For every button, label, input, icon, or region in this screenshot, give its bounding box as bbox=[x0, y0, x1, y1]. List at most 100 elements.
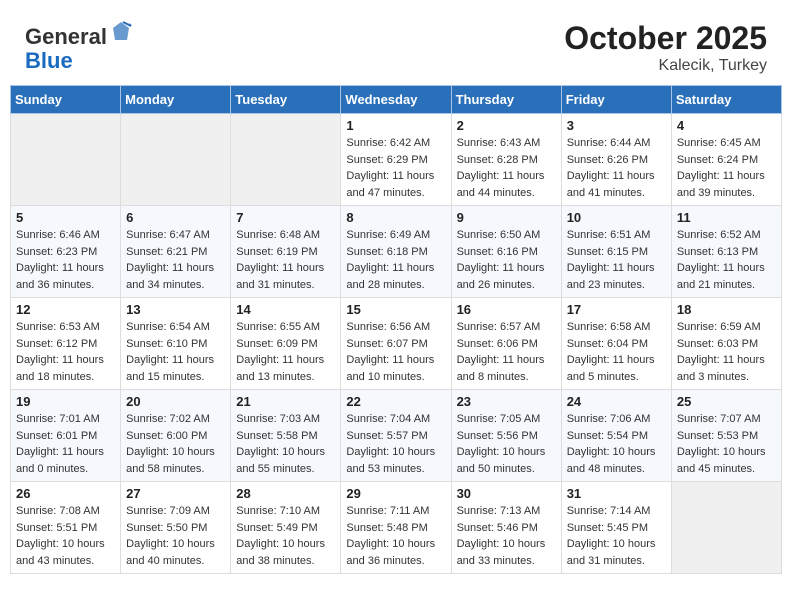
weekday-header-friday: Friday bbox=[561, 86, 671, 114]
day-info: Sunrise: 6:44 AMSunset: 6:26 PMDaylight:… bbox=[567, 135, 666, 201]
weekday-header-monday: Monday bbox=[121, 86, 231, 114]
logo: General Blue bbox=[25, 20, 133, 73]
calendar-cell: 28 Sunrise: 7:10 AMSunset: 5:49 PMDayligh… bbox=[231, 482, 341, 574]
calendar-cell: 16Sunrise: 6:57 AMSunset: 6:06 PMDayligh… bbox=[451, 298, 561, 390]
calendar-cell: 2 Sunrise: 6:43 AMSunset: 6:28 PMDaylight… bbox=[451, 114, 561, 206]
day-info: Sunrise: 7:02 AMSunset: 6:00 PMDaylight:… bbox=[126, 411, 225, 477]
day-info: Sunrise: 6:49 AMSunset: 6:18 PMDaylight:… bbox=[346, 227, 445, 293]
calendar-cell: 4Sunrise: 6:45 AMSunset: 6:24 PMDaylight… bbox=[671, 114, 781, 206]
calendar-cell: 22Sunrise: 7:04 AMSunset: 5:57 PMDayligh… bbox=[341, 390, 451, 482]
logo-blue: Blue bbox=[25, 48, 73, 73]
day-info: Sunrise: 6:58 AMSunset: 6:04 PMDaylight:… bbox=[567, 319, 666, 385]
day-number: 25 bbox=[677, 394, 776, 409]
day-info: Sunrise: 7:04 AMSunset: 5:57 PMDaylight:… bbox=[346, 411, 445, 477]
day-number: 23 bbox=[457, 394, 556, 409]
day-number: 7 bbox=[236, 210, 335, 225]
calendar-cell: 25Sunrise: 7:07 AMSunset: 5:53 PMDayligh… bbox=[671, 390, 781, 482]
day-number: 18 bbox=[677, 302, 776, 317]
calendar-week-1: 1Sunrise: 6:42 AMSunset: 6:29 PMDaylight… bbox=[11, 114, 782, 206]
day-info: Sunrise: 7:08 AMSunset: 5:51 PMDaylight:… bbox=[16, 503, 115, 569]
calendar-table: SundayMondayTuesdayWednesdayThursdayFrid… bbox=[10, 85, 782, 574]
day-info: Sunrise: 6:43 AMSunset: 6:28 PMDaylight:… bbox=[457, 135, 556, 201]
day-info: Sunrise: 6:51 AMSunset: 6:15 PMDaylight:… bbox=[567, 227, 666, 293]
calendar-cell: 14Sunrise: 6:55 AMSunset: 6:09 PMDayligh… bbox=[231, 298, 341, 390]
calendar-cell: 18 Sunrise: 6:59 AMSunset: 6:03 PMDayligh… bbox=[671, 298, 781, 390]
day-number: 21 bbox=[236, 394, 335, 409]
day-number: 29 bbox=[346, 486, 445, 501]
calendar-cell: 27Sunrise: 7:09 AMSunset: 5:50 PMDayligh… bbox=[121, 482, 231, 574]
logo-general: General bbox=[25, 24, 107, 49]
location-title: Kalecik, Turkey bbox=[564, 57, 767, 75]
day-number: 14 bbox=[236, 302, 335, 317]
calendar-cell: 30 Sunrise: 7:13 AMSunset: 5:46 PMDayligh… bbox=[451, 482, 561, 574]
day-number: 6 bbox=[126, 210, 225, 225]
logo-icon bbox=[109, 20, 133, 44]
calendar-header: SundayMondayTuesdayWednesdayThursdayFrid… bbox=[11, 86, 782, 114]
calendar-cell: 31 Sunrise: 7:14 AMSunset: 5:45 PMDayligh… bbox=[561, 482, 671, 574]
weekday-header-sunday: Sunday bbox=[11, 86, 121, 114]
day-info: Sunrise: 7:01 AMSunset: 6:01 PMDaylight:… bbox=[16, 411, 115, 477]
calendar-cell: 21 Sunrise: 7:03 AMSunset: 5:58 PMDayligh… bbox=[231, 390, 341, 482]
calendar-cell: 9Sunrise: 6:50 AMSunset: 6:16 PMDaylight… bbox=[451, 206, 561, 298]
calendar-cell: 24 Sunrise: 7:06 AMSunset: 5:54 PMDayligh… bbox=[561, 390, 671, 482]
calendar-cell bbox=[231, 114, 341, 206]
day-info: Sunrise: 7:14 AMSunset: 5:45 PMDaylight:… bbox=[567, 503, 666, 569]
calendar-week-3: 12 Sunrise: 6:53 AMSunset: 6:12 PMDayligh… bbox=[11, 298, 782, 390]
calendar-cell: 10 Sunrise: 6:51 AMSunset: 6:15 PMDayligh… bbox=[561, 206, 671, 298]
weekday-header-saturday: Saturday bbox=[671, 86, 781, 114]
title-block: October 2025 Kalecik, Turkey bbox=[564, 20, 767, 75]
day-info: Sunrise: 7:13 AMSunset: 5:46 PMDaylight:… bbox=[457, 503, 556, 569]
calendar-cell: 13Sunrise: 6:54 AMSunset: 6:10 PMDayligh… bbox=[121, 298, 231, 390]
day-info: Sunrise: 6:52 AMSunset: 6:13 PMDaylight:… bbox=[677, 227, 776, 293]
day-number: 28 bbox=[236, 486, 335, 501]
day-info: Sunrise: 6:53 AMSunset: 6:12 PMDaylight:… bbox=[16, 319, 115, 385]
day-number: 17 bbox=[567, 302, 666, 317]
day-number: 3 bbox=[567, 118, 666, 133]
day-info: Sunrise: 7:03 AMSunset: 5:58 PMDaylight:… bbox=[236, 411, 335, 477]
day-number: 24 bbox=[567, 394, 666, 409]
day-info: Sunrise: 7:05 AMSunset: 5:56 PMDaylight:… bbox=[457, 411, 556, 477]
calendar-cell: 8Sunrise: 6:49 AMSunset: 6:18 PMDaylight… bbox=[341, 206, 451, 298]
day-info: Sunrise: 7:06 AMSunset: 5:54 PMDaylight:… bbox=[567, 411, 666, 477]
day-number: 1 bbox=[346, 118, 445, 133]
calendar-week-2: 5Sunrise: 6:46 AMSunset: 6:23 PMDaylight… bbox=[11, 206, 782, 298]
day-number: 26 bbox=[16, 486, 115, 501]
calendar-cell: 6Sunrise: 6:47 AMSunset: 6:21 PMDaylight… bbox=[121, 206, 231, 298]
calendar-cell: 12 Sunrise: 6:53 AMSunset: 6:12 PMDayligh… bbox=[11, 298, 121, 390]
day-number: 12 bbox=[16, 302, 115, 317]
calendar-cell: 3 Sunrise: 6:44 AMSunset: 6:26 PMDaylight… bbox=[561, 114, 671, 206]
calendar-cell: 5Sunrise: 6:46 AMSunset: 6:23 PMDaylight… bbox=[11, 206, 121, 298]
day-number: 2 bbox=[457, 118, 556, 133]
day-info: Sunrise: 6:46 AMSunset: 6:23 PMDaylight:… bbox=[16, 227, 115, 293]
day-number: 15 bbox=[346, 302, 445, 317]
day-number: 10 bbox=[567, 210, 666, 225]
day-info: Sunrise: 7:10 AMSunset: 5:49 PMDaylight:… bbox=[236, 503, 335, 569]
weekday-header-thursday: Thursday bbox=[451, 86, 561, 114]
day-number: 27 bbox=[126, 486, 225, 501]
day-number: 31 bbox=[567, 486, 666, 501]
calendar-cell: 26 Sunrise: 7:08 AMSunset: 5:51 PMDayligh… bbox=[11, 482, 121, 574]
day-number: 16 bbox=[457, 302, 556, 317]
calendar-cell: 29 Sunrise: 7:11 AMSunset: 5:48 PMDayligh… bbox=[341, 482, 451, 574]
calendar-cell bbox=[121, 114, 231, 206]
day-info: Sunrise: 6:48 AMSunset: 6:19 PMDaylight:… bbox=[236, 227, 335, 293]
calendar-cell: 20 Sunrise: 7:02 AMSunset: 6:00 PMDayligh… bbox=[121, 390, 231, 482]
day-info: Sunrise: 7:11 AMSunset: 5:48 PMDaylight:… bbox=[346, 503, 445, 569]
day-number: 11 bbox=[677, 210, 776, 225]
day-info: Sunrise: 6:45 AMSunset: 6:24 PMDaylight:… bbox=[677, 135, 776, 201]
day-info: Sunrise: 6:56 AMSunset: 6:07 PMDaylight:… bbox=[346, 319, 445, 385]
calendar-week-5: 26 Sunrise: 7:08 AMSunset: 5:51 PMDayligh… bbox=[11, 482, 782, 574]
calendar-cell bbox=[11, 114, 121, 206]
calendar-cell: 23 Sunrise: 7:05 AMSunset: 5:56 PMDayligh… bbox=[451, 390, 561, 482]
calendar-body: 1Sunrise: 6:42 AMSunset: 6:29 PMDaylight… bbox=[11, 114, 782, 574]
day-info: Sunrise: 6:59 AMSunset: 6:03 PMDaylight:… bbox=[677, 319, 776, 385]
day-number: 20 bbox=[126, 394, 225, 409]
calendar-cell: 15 Sunrise: 6:56 AMSunset: 6:07 PMDayligh… bbox=[341, 298, 451, 390]
weekday-header-wednesday: Wednesday bbox=[341, 86, 451, 114]
day-number: 30 bbox=[457, 486, 556, 501]
day-info: Sunrise: 6:50 AMSunset: 6:16 PMDaylight:… bbox=[457, 227, 556, 293]
calendar-cell: 19Sunrise: 7:01 AMSunset: 6:01 PMDayligh… bbox=[11, 390, 121, 482]
calendar-week-4: 19Sunrise: 7:01 AMSunset: 6:01 PMDayligh… bbox=[11, 390, 782, 482]
calendar-cell: 7 Sunrise: 6:48 AMSunset: 6:19 PMDaylight… bbox=[231, 206, 341, 298]
weekday-header-tuesday: Tuesday bbox=[231, 86, 341, 114]
